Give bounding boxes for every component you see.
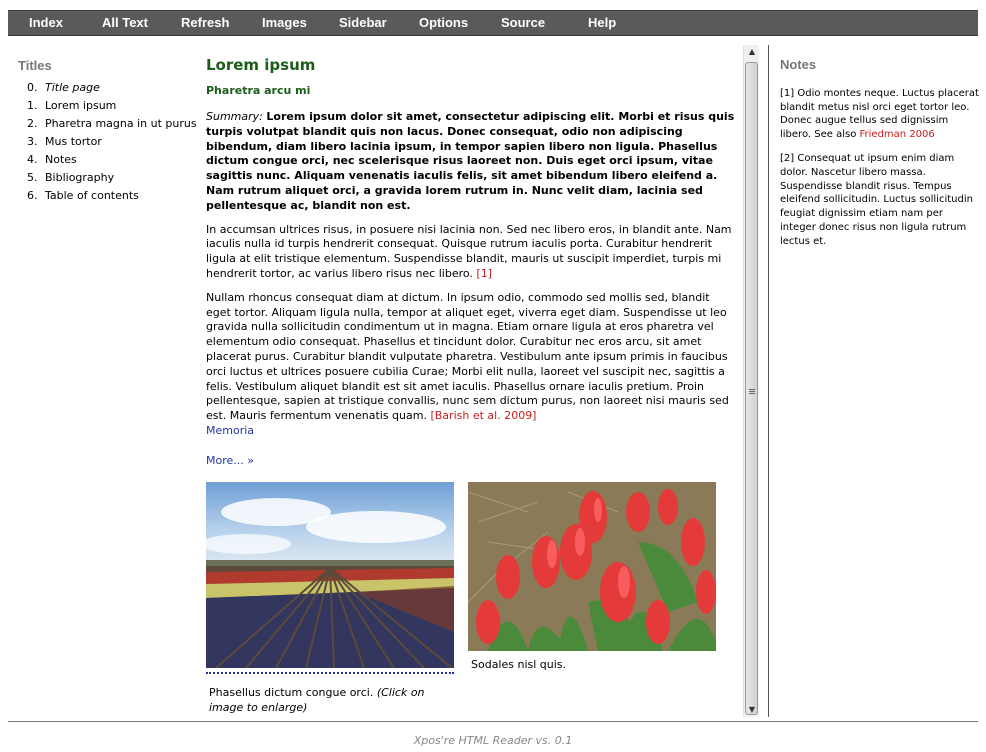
paragraph-text: Nullam rhoncus consequat diam at dictum.… bbox=[206, 290, 729, 423]
more-link[interactable]: More... » bbox=[206, 454, 254, 467]
title-item[interactable]: 0. Title page bbox=[18, 81, 198, 95]
flower-field-image[interactable] bbox=[201, 482, 454, 669]
nav-images[interactable]: Images bbox=[262, 11, 307, 35]
title-number: 2. bbox=[27, 117, 38, 130]
paragraph-text: In accumsan ultrices risus, in posuere n… bbox=[206, 222, 732, 280]
title-link[interactable]: Pharetra magna in ut purus bbox=[45, 117, 197, 130]
title-number: 0. bbox=[27, 81, 38, 94]
title-item[interactable]: 1. Lorem ipsum bbox=[18, 99, 198, 113]
body-paragraph: Nullam rhoncus consequat diam at dictum.… bbox=[206, 291, 736, 439]
main-scrollbar[interactable]: ▲ ▼ bbox=[743, 45, 759, 717]
nav-help[interactable]: Help bbox=[588, 11, 616, 35]
note-item: [2] Consequat ut ipsum enim diam dolor. … bbox=[780, 152, 973, 247]
tulips-image[interactable] bbox=[467, 482, 716, 651]
title-number: 3. bbox=[27, 135, 38, 148]
title-number: 6. bbox=[27, 189, 38, 202]
title-number: 4. bbox=[27, 153, 38, 166]
title-link[interactable]: Lorem ipsum bbox=[45, 99, 116, 112]
title-item[interactable]: 4. Notes bbox=[18, 153, 198, 167]
note-citation-link[interactable]: Friedman 2006 bbox=[860, 129, 935, 140]
title-link[interactable]: Mus tortor bbox=[45, 135, 102, 148]
nav-refresh[interactable]: Refresh bbox=[181, 11, 229, 35]
titles-heading: Titles bbox=[18, 58, 52, 73]
figure-underline bbox=[206, 672, 454, 675]
bottom-divider bbox=[8, 721, 978, 722]
summary-paragraph: Summary: Lorem ipsum dolor sit amet, con… bbox=[206, 110, 736, 214]
grip-icon bbox=[749, 389, 755, 395]
memoria-link[interactable]: Memoria bbox=[206, 424, 254, 437]
titles-list: 0. Title page 1. Lorem ipsum 2. Pharetra ma… bbox=[18, 81, 198, 203]
titles-panel: Titles 0. Title page 1. Lorem ipsum 2. Phar… bbox=[18, 58, 198, 207]
scroll-down-arrow-icon[interactable]: ▼ bbox=[744, 703, 760, 717]
notes-heading: Notes bbox=[780, 57, 817, 72]
scroll-up-arrow-icon[interactable]: ▲ bbox=[744, 45, 760, 59]
summary-text: Lorem ipsum dolor sit amet, consectetur … bbox=[206, 110, 735, 212]
nav-all-text[interactable]: All Text bbox=[102, 11, 148, 35]
caption-text: Phasellus dictum congue orci. bbox=[209, 686, 374, 699]
title-link[interactable]: Title page bbox=[45, 81, 100, 94]
title-number: 5. bbox=[27, 171, 38, 184]
page-subtitle: Pharetra arcu mi bbox=[206, 84, 311, 97]
nav-sidebar[interactable]: Sidebar bbox=[339, 11, 387, 35]
nav-source[interactable]: Source bbox=[501, 11, 545, 35]
title-link[interactable]: Notes bbox=[45, 153, 77, 166]
body-paragraph: In accumsan ultrices risus, in posuere n… bbox=[206, 223, 736, 282]
title-item[interactable]: 5. Bibliography bbox=[18, 171, 198, 185]
citation-link[interactable]: [Barish et al. 2009] bbox=[430, 409, 536, 422]
title-link[interactable]: Table of contents bbox=[45, 189, 139, 202]
note-item: [1] Odio montes neque. Luctus placerat b… bbox=[780, 87, 980, 142]
title-item[interactable]: 2. Pharetra magna in ut purus bbox=[18, 117, 198, 131]
title-item[interactable]: 6. Table of contents bbox=[18, 189, 198, 203]
footnote-ref-link[interactable]: [1] bbox=[476, 267, 492, 280]
footer-version: Xpos're HTML Reader vs. 0.1 bbox=[413, 734, 573, 747]
nav-options[interactable]: Options bbox=[419, 11, 468, 35]
title-item[interactable]: 3. Mus tortor bbox=[18, 135, 198, 149]
figure-caption: Phasellus dictum congue orci. (Click on … bbox=[206, 685, 454, 715]
title-number: 1. bbox=[27, 99, 38, 112]
top-nav-bar: Index All Text Refresh Images Sidebar Op… bbox=[8, 10, 978, 36]
nav-index[interactable]: Index bbox=[29, 11, 63, 35]
title-link[interactable]: Bibliography bbox=[45, 171, 114, 184]
figure-flower-field: Phasellus dictum congue orci. (Click on … bbox=[201, 482, 454, 715]
figure-tulips: Sodales nisl quis. bbox=[467, 482, 716, 672]
notes-panel: Notes [1] Odio montes neque. Luctus plac… bbox=[780, 58, 980, 259]
scroll-thumb[interactable] bbox=[745, 62, 758, 715]
summary-label: Summary: bbox=[206, 110, 263, 123]
main-content: Lorem ipsum Pharetra arcu mi Summary: Lo… bbox=[206, 54, 736, 477]
page-title: Lorem ipsum bbox=[206, 56, 316, 74]
vertical-divider bbox=[768, 45, 769, 717]
figure-caption: Sodales nisl quis. bbox=[471, 658, 567, 671]
